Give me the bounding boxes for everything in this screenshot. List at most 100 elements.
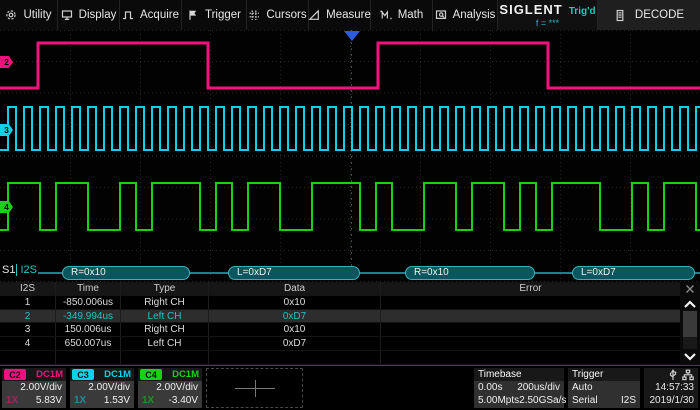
channel3-coupling: DC1M [104, 369, 131, 380]
channel4-badge: C4 [140, 369, 162, 380]
analysis-icon [435, 9, 447, 21]
close-table-button[interactable] [680, 282, 700, 296]
channel3-info-box[interactable]: C3 DC1M 2.00V/div 1X 1.53V [70, 368, 134, 408]
channel3-scale: 2.00V/div [70, 381, 134, 394]
scroll-up-button[interactable] [680, 296, 700, 311]
clock-date: 2019/1/30 [648, 394, 694, 407]
waveform-display: 2 3 4 S1 I2S R=0x10 L=0xD7 R=0x10 L=0xD7 [0, 30, 700, 282]
waveform-c2 [0, 43, 700, 88]
channel2-info-box[interactable]: C2 DC1M 2.00V/div 1X 5.83V [2, 368, 66, 408]
channel2-badge: C2 [4, 369, 26, 380]
menu-item-label: Cursors [266, 9, 306, 21]
timebase-scale: 200us/div [517, 381, 560, 394]
waveform-layer [0, 30, 700, 282]
menu-item-display[interactable]: Display [58, 0, 120, 30]
trigger-box[interactable]: Trigger Auto Serial I2S [568, 368, 640, 408]
scrollbar-track[interactable] [683, 311, 697, 349]
menu-item-measure[interactable]: Measure [309, 0, 371, 30]
scroll-down-button[interactable] [680, 349, 700, 365]
cell-data: 0x10 [208, 323, 380, 336]
trigger-flag-icon [187, 9, 199, 21]
cell-index: 4 [0, 337, 55, 350]
table-row[interactable]: 4 650.007us Left CH 0xD7 [0, 337, 680, 351]
channel4-coupling: DC1M [172, 369, 199, 380]
cursors-icon [248, 9, 260, 21]
table-row-selected[interactable]: 2 -349.994us Left CH 0xD7 [0, 310, 680, 324]
lan-icon [682, 369, 694, 381]
bus-name: S1 [2, 264, 15, 276]
bus-protocol: I2S [16, 264, 37, 276]
channel2-scale: 2.00V/div [2, 381, 66, 394]
channel2-attenuation: 1X [6, 394, 18, 408]
channel3-offset: 1.53V [104, 394, 130, 408]
col-header-time: Time [55, 282, 120, 295]
trigger-status-badge: Trig'd [569, 6, 596, 17]
decode-bus-label: S1 I2S [2, 264, 37, 276]
menu-item-acquire[interactable]: Acquire [120, 0, 182, 30]
trigger-mode: Auto [572, 381, 593, 394]
add-channel-box[interactable] [206, 368, 303, 408]
waveform-c3 [0, 107, 700, 150]
menu-item-trigger[interactable]: Trigger [182, 0, 247, 30]
cell-time: -850.006us [55, 296, 120, 309]
chevron-down-icon [683, 352, 697, 362]
channel2-offset: 5.83V [36, 394, 62, 408]
channel2-coupling: DC1M [36, 369, 63, 380]
usb-icon [668, 369, 678, 381]
table-row[interactable]: 3 150.006us Right CH 0x10 [0, 323, 680, 337]
col-header-type: Type [120, 282, 208, 295]
status-bar: C2 DC1M 2.00V/div 1X 5.83V C3 DC1M 2.00V… [0, 366, 700, 410]
menu-item-cursors[interactable]: Cursors [247, 0, 309, 30]
decode-button-label: DECODE [635, 9, 684, 21]
clock-time: 14:57:33 [648, 381, 694, 394]
cell-type: Left CH [120, 337, 208, 350]
table-header-row: I2S Time Type Data Error [0, 282, 680, 296]
menu-item-label: Measure [326, 9, 371, 21]
cell-time: -349.994us [55, 310, 120, 323]
decode-bubble: L=0xD7 [572, 266, 695, 280]
menu-item-math[interactable]: Math [371, 0, 433, 30]
gear-icon [5, 9, 17, 21]
channel3-attenuation: 1X [74, 394, 86, 408]
cell-index: 3 [0, 323, 55, 336]
col-header-error: Error [380, 282, 680, 295]
datetime-box[interactable]: 14:57:33 2019/1/30 [644, 368, 698, 408]
table-scrollbar [680, 282, 700, 365]
decode-result-table: I2S Time Type Data Error 1 -850.006us Ri… [0, 282, 700, 366]
decode-bubble: R=0x10 [62, 266, 190, 280]
cell-data: 0xD7 [208, 337, 380, 350]
trigger-title: Trigger [568, 368, 640, 381]
cell-time: 650.007us [55, 337, 120, 350]
menu-item-analysis[interactable]: Analysis [433, 0, 498, 30]
cell-type: Right CH [120, 296, 208, 309]
col-header-data: Data [208, 282, 380, 295]
menu-bar: Utility Display Acquire Trigger Cursors … [0, 0, 700, 30]
math-icon [380, 9, 392, 21]
waveform-c4 [0, 183, 700, 230]
menu-item-label: Display [79, 9, 117, 21]
cell-data: 0xD7 [208, 310, 380, 323]
menu-item-label: Trigger [205, 9, 241, 21]
cell-error [380, 296, 680, 309]
scrollbar-thumb[interactable] [683, 311, 697, 337]
cell-type: Right CH [120, 323, 208, 336]
cell-index: 2 [0, 310, 55, 323]
acquire-icon [122, 9, 134, 21]
table-row-empty [0, 351, 680, 365]
decode-menu-button[interactable]: DECODE [598, 0, 700, 30]
timebase-samplerate: 2.50GSa/s [519, 394, 566, 408]
chevron-up-icon [683, 299, 697, 309]
table-row[interactable]: 1 -850.006us Right CH 0x10 [0, 296, 680, 310]
channel4-attenuation: 1X [142, 394, 154, 408]
timebase-box[interactable]: Timebase 0.00s 200us/div 5.00Mpts 2.50GS… [474, 368, 564, 408]
menu-item-label: Acquire [140, 9, 179, 21]
menu-item-utility[interactable]: Utility [0, 0, 58, 30]
channel4-scale: 2.00V/div [138, 381, 202, 394]
decode-list-icon [614, 9, 626, 22]
trigger-protocol: I2S [621, 394, 636, 408]
decode-bubble: R=0x10 [405, 266, 535, 280]
channel4-info-box[interactable]: C4 DC1M 2.00V/div 1X -3.40V [138, 368, 202, 408]
frequency-readout: f = *** [536, 18, 559, 28]
trigger-marker-icon[interactable] [344, 31, 360, 41]
cell-time: 150.006us [55, 323, 120, 336]
